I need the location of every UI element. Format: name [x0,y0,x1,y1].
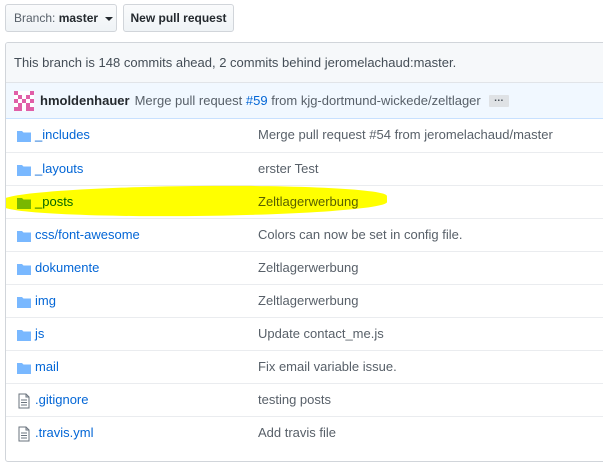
file-name-link[interactable]: .travis.yml [35,425,94,440]
file-row: js Update contact_me.js [6,317,603,350]
folder-icon-shape [17,231,31,242]
repo-toolbar: Branch: master New pull request [0,0,603,40]
file-commit-message[interactable]: erster Test [258,161,318,176]
folder-icon [16,360,32,376]
folder-icon-shape [17,363,31,374]
branch-label: Branch: [14,11,56,25]
file-commit-message[interactable]: Colors can now be set in config file. [258,227,463,242]
latest-commit-bar: hmoldenhauer Merge pull request #59 from… [6,83,603,119]
file-name-link[interactable]: dokumente [35,260,99,275]
file-commit-message[interactable]: testing posts [258,392,331,407]
commit-expand-button[interactable]: … [488,93,509,107]
dropdown-caret-icon [105,16,114,21]
folder-icon-shape [17,297,31,308]
file-name-link[interactable]: js [35,326,44,341]
file-row: _includes Merge pull request #54 from jer… [6,119,603,152]
folder-icon [16,327,32,343]
file-commit-message[interactable]: Zeltlagerwerbung [258,260,358,275]
file-row: mail Fix email variable issue. [6,350,603,383]
folder-icon [16,294,32,310]
file-icon-shape [18,393,30,409]
file-row: .travis.yml Add travis file [6,416,603,449]
folder-icon-shape [17,198,31,209]
file-commit-message[interactable]: Update contact_me.js [258,326,384,341]
file-commit-message[interactable]: Fix email variable issue. [258,359,397,374]
file-name-link[interactable]: _posts [35,194,73,209]
file-commit-message[interactable]: Zeltlagerwerbung [258,293,358,308]
file-name-link[interactable]: mail [35,359,59,374]
commit-author-link[interactable]: hmoldenhauer [40,93,130,108]
commit-message[interactable]: Merge pull request #59 from kjg-dortmund… [135,93,481,108]
file-name-link[interactable]: _layouts [35,161,83,176]
file-row: _posts Zeltlagerwerbung [6,185,603,218]
folder-icon [16,261,32,277]
folder-icon-shape [17,330,31,341]
file-name-link[interactable]: css/font-awesome [35,227,140,242]
folder-icon-shape [17,264,31,275]
file-name-link[interactable]: .gitignore [35,392,88,407]
branch-select-button[interactable]: Branch: master [5,4,117,32]
folder-icon [16,195,32,211]
author-avatar[interactable] [14,90,34,111]
new-pull-request-button[interactable]: New pull request [123,4,234,32]
folder-icon [16,162,32,178]
commit-pr-link[interactable]: #59 [246,93,268,108]
file-icon-shape [18,426,30,442]
file-commit-message[interactable]: Merge pull request #54 from jeromelachau… [258,127,553,142]
file-row: .gitignore testing posts [6,383,603,416]
commit-message-suffix: from kjg-dortmund-wickede/zeltlager [271,93,481,108]
branch-status-text: This branch is 148 commits ahead, 2 comm… [6,43,603,83]
file-list: _includes Merge pull request #54 from jer… [6,119,603,449]
file-icon [16,393,32,409]
file-browser-panel: This branch is 148 commits ahead, 2 comm… [5,42,603,462]
folder-icon [16,128,32,144]
branch-value: master [58,11,99,25]
folder-icon-shape [17,165,31,176]
folder-icon-shape [17,131,31,142]
file-commit-message[interactable]: Zeltlagerwerbung [258,194,358,209]
file-row: img Zeltlagerwerbung [6,284,603,317]
file-row: css/font-awesome Colors can now be set in… [6,218,603,251]
file-row: _layouts erster Test [6,152,603,185]
file-name-link[interactable]: _includes [35,127,90,142]
folder-icon [16,228,32,244]
commit-message-prefix: Merge pull request [134,93,243,108]
file-name-link[interactable]: img [35,293,56,308]
file-commit-message[interactable]: Add travis file [258,425,336,440]
file-icon [16,426,32,442]
file-row: dokumente Zeltlagerwerbung [6,251,603,284]
